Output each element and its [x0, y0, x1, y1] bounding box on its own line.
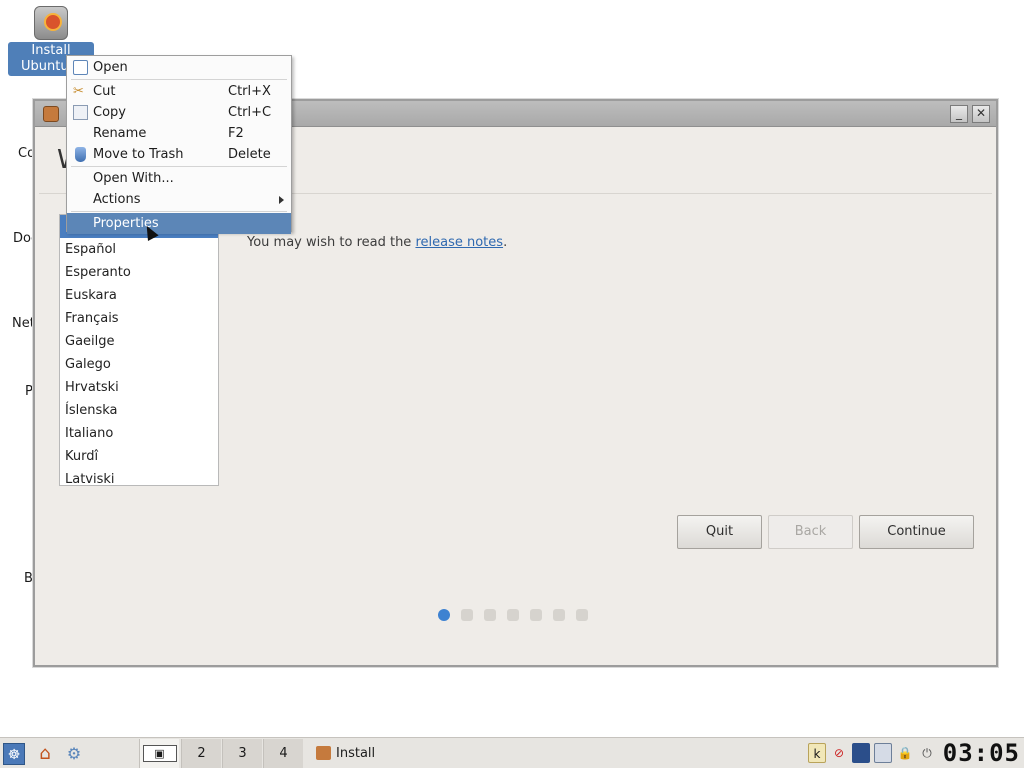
desktop-icon-label-b[interactable]: B [24, 571, 33, 586]
progress-dot [553, 609, 565, 621]
system-tray: k ⊘ 🔒 ⏻ [808, 743, 936, 765]
language-list-item[interactable]: Français [60, 307, 218, 330]
language-list-item[interactable]: Hrvatski [60, 376, 218, 399]
menu-item-label: Copy [93, 105, 126, 120]
workspace-1-thumbnail: ▣ [142, 745, 177, 762]
menu-item-cut[interactable]: ✂ Cut Ctrl+X [67, 81, 291, 102]
language-list-item[interactable]: Kurdî [60, 445, 218, 468]
menu-item-shortcut: Ctrl+C [228, 105, 272, 120]
lock-icon[interactable]: 🔒 [896, 743, 914, 763]
menu-item-label: Actions [93, 192, 141, 207]
quit-button[interactable]: Quit [677, 515, 762, 549]
installer-window-icon [43, 106, 59, 122]
workspace-4[interactable]: 4 [263, 739, 303, 768]
minimize-button[interactable]: _ [950, 105, 968, 123]
progress-dots [438, 609, 588, 621]
start-menu-icon[interactable]: ☸ [3, 743, 25, 765]
network-icon[interactable]: ⚙ [63, 743, 85, 765]
language-list-item[interactable]: Euskara [60, 284, 218, 307]
progress-dot [461, 609, 473, 621]
desktop-icon-label-network[interactable]: Net [12, 316, 35, 331]
release-notes-link[interactable]: release notes [415, 235, 503, 250]
language-list-item[interactable]: Latviski [60, 468, 218, 485]
menu-item-shortcut: Delete [228, 147, 271, 162]
progress-dot [530, 609, 542, 621]
progress-dot [438, 609, 450, 621]
language-list-item[interactable]: Esperanto [60, 261, 218, 284]
back-button[interactable]: Back [768, 515, 853, 549]
language-list-item[interactable]: Íslenska [60, 399, 218, 422]
home-folder-icon[interactable]: ⌂ [34, 743, 56, 765]
release-notes-text: You may wish to read the release notes. [247, 235, 508, 250]
menu-separator [71, 211, 287, 212]
language-list-item[interactable]: Galego [60, 353, 218, 376]
taskbar-install-button[interactable]: Install [308, 739, 395, 768]
menu-item-open[interactable]: Open [67, 57, 291, 78]
menu-item-actions[interactable]: Actions [67, 189, 291, 210]
language-list-item[interactable]: Italiano [60, 422, 218, 445]
menu-separator [71, 166, 287, 167]
scissors-icon: ✂ [73, 84, 84, 99]
menu-item-rename[interactable]: Rename F2 [67, 123, 291, 144]
continue-button[interactable]: Continue [859, 515, 974, 549]
workspace-1[interactable]: ▣ [139, 739, 179, 768]
context-menu: Open ✂ Cut Ctrl+X Copy Ctrl+C Rename F2 Move to … [66, 55, 292, 234]
menu-separator [71, 79, 287, 80]
plug-icon[interactable]: ⏻ [918, 743, 936, 763]
progress-dot [576, 609, 588, 621]
installer-icon [34, 6, 68, 40]
menu-item-label: Open With... [93, 171, 174, 186]
menu-item-label: Move to Trash [93, 147, 184, 162]
menu-item-shortcut: Ctrl+X [228, 84, 271, 99]
volume-muted-icon[interactable]: ⊘ [830, 743, 848, 763]
trash-icon [75, 147, 86, 162]
language-list-item[interactable]: Gaeilge [60, 330, 218, 353]
window-list-icon[interactable] [874, 743, 892, 763]
display-icon[interactable] [852, 743, 870, 763]
progress-dot [484, 609, 496, 621]
menu-item-label: Rename [93, 126, 147, 141]
menu-item-properties[interactable]: Properties [67, 213, 291, 234]
workspace-2[interactable]: 2 [181, 739, 221, 768]
clock: 03:05 [942, 739, 1020, 767]
menu-item-label: Open [93, 60, 128, 75]
menu-item-move-to-trash[interactable]: Move to Trash Delete [67, 144, 291, 165]
workspace-3[interactable]: 3 [222, 739, 262, 768]
close-button[interactable]: ✕ [972, 105, 990, 123]
taskbar: ☸ ⌂ ⚙ ▣ 2 3 4 Install k ⊘ 🔒 ⏻ 03:05 [0, 737, 1024, 768]
installer-task-icon [316, 746, 331, 760]
notes-icon[interactable]: k [808, 743, 826, 763]
language-list-item[interactable]: Español [60, 238, 218, 261]
desktop-icon-label-p[interactable]: P [25, 384, 33, 399]
menu-item-label: Cut [93, 84, 116, 99]
copy-icon [73, 105, 88, 120]
menu-item-copy[interactable]: Copy Ctrl+C [67, 102, 291, 123]
submenu-arrow-icon [279, 196, 284, 204]
menu-item-open-with[interactable]: Open With... [67, 168, 291, 189]
progress-dot [507, 609, 519, 621]
menu-item-shortcut: F2 [228, 126, 244, 141]
open-icon [73, 60, 88, 75]
language-list[interactable]: EngEspañolEsperantoEuskaraFrançaisGaeilg… [59, 214, 219, 486]
